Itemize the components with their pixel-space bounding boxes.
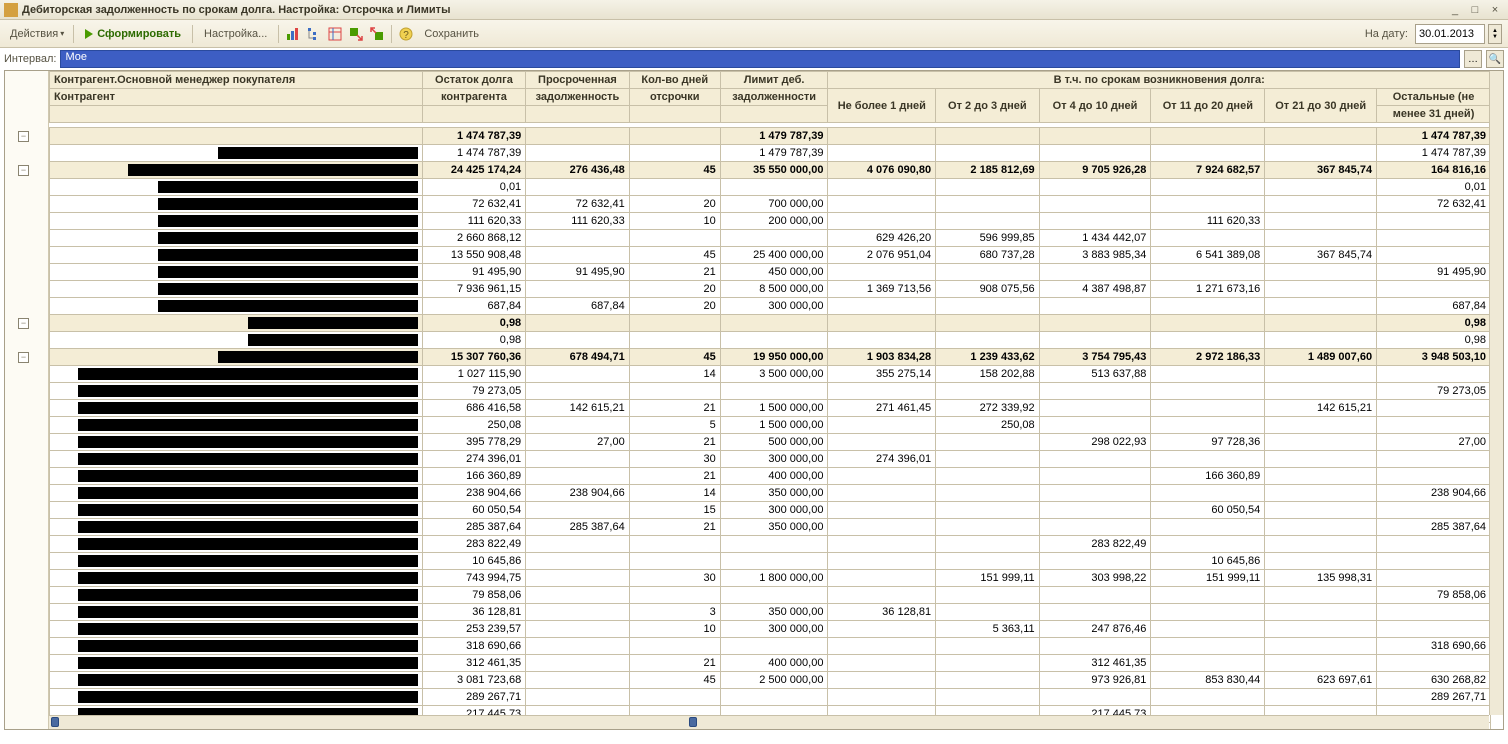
col-balance-2: контрагента: [422, 89, 526, 106]
date-label: На дату:: [1365, 28, 1408, 40]
table-row[interactable]: 60 050,5415300 000,0060 050,54: [50, 502, 1491, 519]
help-icon[interactable]: ?: [397, 25, 415, 43]
col-balance-1: Остаток долга: [422, 72, 526, 89]
col-age-1: Не более 1 дней: [828, 89, 936, 123]
table-row[interactable]: 686 416,58142 615,21211 500 000,00271 46…: [50, 400, 1491, 417]
table-row[interactable]: 1 474 787,391 479 787,391 474 787,39: [50, 145, 1491, 162]
table-row[interactable]: 79 858,0679 858,06: [50, 587, 1491, 604]
play-icon: [85, 29, 93, 39]
table-row[interactable]: 318 690,66318 690,66: [50, 638, 1491, 655]
window-title: Дебиторская задолженность по срокам долг…: [22, 4, 1446, 16]
table-row[interactable]: 238 904,66238 904,6614350 000,00238 904,…: [50, 485, 1491, 502]
scrollbar-horizontal[interactable]: [49, 715, 1489, 729]
interval-select-button[interactable]: …: [1464, 50, 1482, 68]
table-group-row[interactable]: 24 425 174,24276 436,484535 550 000,004 …: [50, 162, 1491, 179]
table-row[interactable]: 10 645,8610 645,86: [50, 553, 1491, 570]
tree-gutter: − − − −: [5, 71, 49, 729]
table-row[interactable]: 312 461,3521400 000,00312 461,35: [50, 655, 1491, 672]
window-icon: [4, 3, 18, 17]
scrollbar-vertical[interactable]: [1489, 71, 1503, 715]
table-row[interactable]: 285 387,64285 387,6421350 000,00285 387,…: [50, 519, 1491, 536]
col-age-2: От 2 до 3 дней: [936, 89, 1040, 123]
col-age-6a: Остальные (не: [1377, 89, 1491, 106]
col-limit-2: задолженности: [720, 89, 828, 106]
col-age-4: От 11 до 20 дней: [1151, 89, 1265, 123]
col-overdue-2: задолженность: [526, 89, 630, 106]
date-spinner[interactable]: ▲▼: [1488, 24, 1502, 44]
table-row[interactable]: 91 495,9091 495,9021450 000,0091 495,90: [50, 264, 1491, 281]
table-row[interactable]: 253 239,5710300 000,005 363,11247 876,46: [50, 621, 1491, 638]
table-icon[interactable]: [326, 25, 344, 43]
interval-bar: Интервал: Мое … 🔍: [0, 48, 1508, 70]
report-table: Контрагент.Основной менеджер покупателя …: [49, 71, 1491, 729]
interval-label: Интервал:: [4, 53, 56, 65]
table-row[interactable]: 395 778,2927,0021500 000,00298 022,9397 …: [50, 434, 1491, 451]
col-age-6b: менее 31 дней): [1377, 106, 1491, 123]
grid: Контрагент.Основной менеджер покупателя …: [49, 71, 1503, 729]
report-area: − − − − Контрагент.Основной менеджер покупа…: [4, 70, 1504, 730]
table-row[interactable]: 0,010,01: [50, 179, 1491, 196]
table-row[interactable]: 2 660 868,12629 426,20596 999,851 434 44…: [50, 230, 1491, 247]
col-limit-1: Лимит деб.: [720, 72, 828, 89]
table-row[interactable]: 166 360,8921400 000,00166 360,89: [50, 468, 1491, 485]
table-row[interactable]: 79 273,0579 273,05: [50, 383, 1491, 400]
save-button[interactable]: Сохранить: [418, 26, 485, 42]
table-row[interactable]: 0,980,98: [50, 332, 1491, 349]
svg-text:?: ?: [404, 30, 410, 41]
table-row[interactable]: 13 550 908,484525 400 000,002 076 951,04…: [50, 247, 1491, 264]
collapse-icon[interactable]: −: [18, 352, 29, 363]
table-row[interactable]: 743 994,75301 800 000,00151 999,11303 99…: [50, 570, 1491, 587]
col-age-3: От 4 до 10 дней: [1039, 89, 1151, 123]
settings-button[interactable]: Настройка...: [198, 26, 273, 42]
date-input[interactable]: [1415, 24, 1485, 44]
toolbar: Действия Сформировать Настройка... ? Сох…: [0, 20, 1508, 48]
table-row[interactable]: 687,84687,8420300 000,00687,84: [50, 298, 1491, 315]
minimize-button[interactable]: _: [1446, 3, 1464, 17]
table-row[interactable]: 72 632,4172 632,4120700 000,0072 632,41: [50, 196, 1491, 213]
table-row[interactable]: 111 620,33111 620,3310200 000,00111 620,…: [50, 213, 1491, 230]
col-overdue-1: Просроченная: [526, 72, 630, 89]
table-row[interactable]: 250,0851 500 000,00250,08: [50, 417, 1491, 434]
col-blank: [422, 106, 526, 123]
collapse-icon[interactable]: −: [18, 318, 29, 329]
col-blank: [629, 106, 720, 123]
col-age-5: От 21 до 30 дней: [1265, 89, 1377, 123]
chart-icon[interactable]: [284, 25, 302, 43]
collapse-icon[interactable]: −: [18, 165, 29, 176]
col-contragent: Контрагент: [50, 89, 423, 106]
table-row[interactable]: 3 081 723,68452 500 000,00973 926,81853 …: [50, 672, 1491, 689]
interval-search-button[interactable]: 🔍: [1486, 50, 1504, 68]
window-buttons: _ □ ×: [1446, 3, 1504, 17]
table-row[interactable]: 36 128,813350 000,0036 128,81: [50, 604, 1491, 621]
col-age-group: В т.ч. по срокам возникновения долга:: [828, 72, 1491, 89]
table-group-row[interactable]: 1 474 787,391 479 787,391 474 787,39: [50, 128, 1491, 145]
collapse-icon[interactable]: −: [18, 131, 29, 142]
import-icon[interactable]: [368, 25, 386, 43]
table-group-row[interactable]: 0,980,98: [50, 315, 1491, 332]
table-group-row[interactable]: 15 307 760,36678 494,714519 950 000,001 …: [50, 349, 1491, 366]
titlebar: Дебиторская задолженность по срокам долг…: [0, 0, 1508, 20]
table-row[interactable]: 283 822,49283 822,49: [50, 536, 1491, 553]
run-button[interactable]: Сформировать: [79, 26, 187, 42]
col-days-1: Кол-во дней: [629, 72, 720, 89]
table-row[interactable]: 7 936 961,15208 500 000,001 369 713,5690…: [50, 281, 1491, 298]
col-manager: Контрагент.Основной менеджер покупателя: [50, 72, 423, 89]
table-row[interactable]: 1 027 115,90143 500 000,00355 275,14158 …: [50, 366, 1491, 383]
actions-menu[interactable]: Действия: [6, 26, 68, 42]
col-blank: [50, 106, 423, 123]
table-row[interactable]: 274 396,0130300 000,00274 396,01: [50, 451, 1491, 468]
col-blank: [720, 106, 828, 123]
interval-input[interactable]: Мое: [60, 50, 1460, 68]
tree-icon[interactable]: [305, 25, 323, 43]
maximize-button[interactable]: □: [1466, 3, 1484, 17]
export-icon[interactable]: [347, 25, 365, 43]
close-button[interactable]: ×: [1486, 3, 1504, 17]
col-days-2: отсрочки: [629, 89, 720, 106]
table-row[interactable]: 289 267,71289 267,71: [50, 689, 1491, 706]
col-blank: [526, 106, 630, 123]
